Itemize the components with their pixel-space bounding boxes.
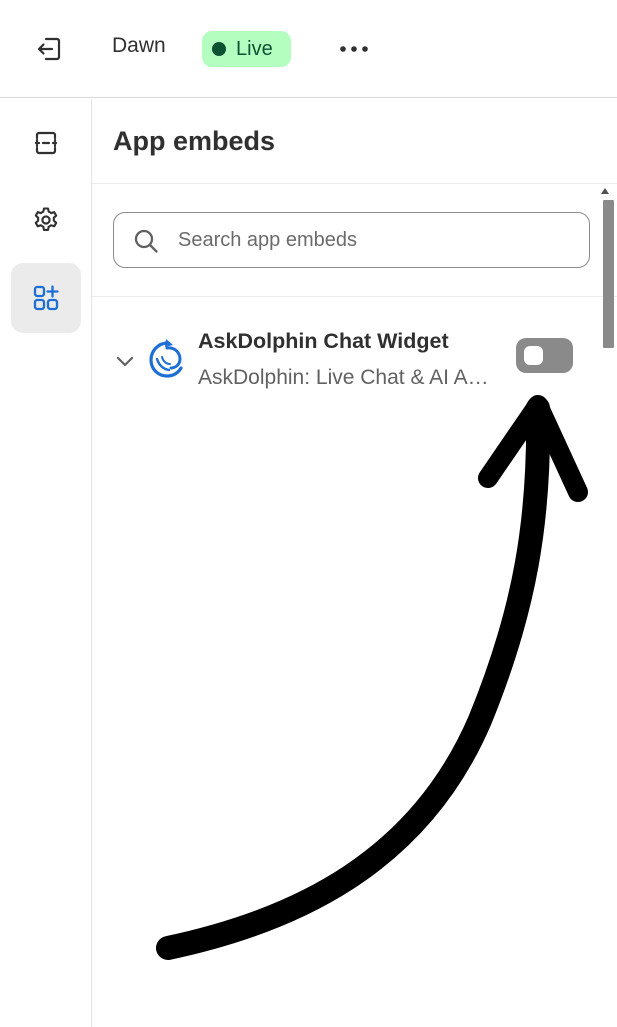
toggle-knob bbox=[524, 346, 543, 365]
more-horizontal-icon bbox=[340, 46, 368, 52]
scrollbar-thumb[interactable] bbox=[603, 200, 614, 348]
search-icon bbox=[134, 229, 158, 253]
embed-title: AskDolphin Chat Widget bbox=[198, 329, 449, 353]
sidebar-item-theme-settings[interactable] bbox=[11, 185, 81, 255]
gear-icon bbox=[34, 207, 58, 231]
embed-toggle[interactable] bbox=[516, 338, 573, 373]
sidebar-rail bbox=[0, 99, 92, 1027]
exit-icon bbox=[37, 37, 61, 61]
theme-name: Dawn bbox=[112, 34, 166, 57]
search-input[interactable] bbox=[178, 213, 578, 267]
apps-add-icon bbox=[33, 285, 59, 311]
sidebar-item-app-embeds[interactable] bbox=[11, 263, 81, 333]
more-actions-button[interactable] bbox=[334, 30, 374, 68]
divider bbox=[92, 296, 617, 297]
exit-button[interactable] bbox=[28, 30, 70, 68]
chevron-down-icon[interactable] bbox=[113, 349, 137, 373]
app-embeds-panel: App embeds AskDolphin Chat Widget AskDol… bbox=[92, 99, 617, 1027]
panel-title: App embeds bbox=[113, 126, 276, 156]
embed-subtitle: AskDolphin: Live Chat & AI Agent bbox=[198, 366, 500, 389]
status-badge: Live bbox=[202, 31, 291, 67]
divider bbox=[92, 183, 617, 184]
dolphin-logo-icon bbox=[149, 339, 183, 378]
sections-icon bbox=[34, 131, 58, 155]
search-field[interactable] bbox=[113, 212, 590, 268]
sidebar-item-sections[interactable] bbox=[11, 108, 81, 178]
scroll-up-arrow[interactable] bbox=[601, 188, 609, 194]
list-item: AskDolphin Chat Widget AskDolphin: Live … bbox=[92, 319, 597, 399]
live-dot-icon bbox=[212, 42, 226, 56]
top-bar: Dawn Live bbox=[0, 0, 617, 98]
status-badge-label: Live bbox=[236, 37, 273, 60]
